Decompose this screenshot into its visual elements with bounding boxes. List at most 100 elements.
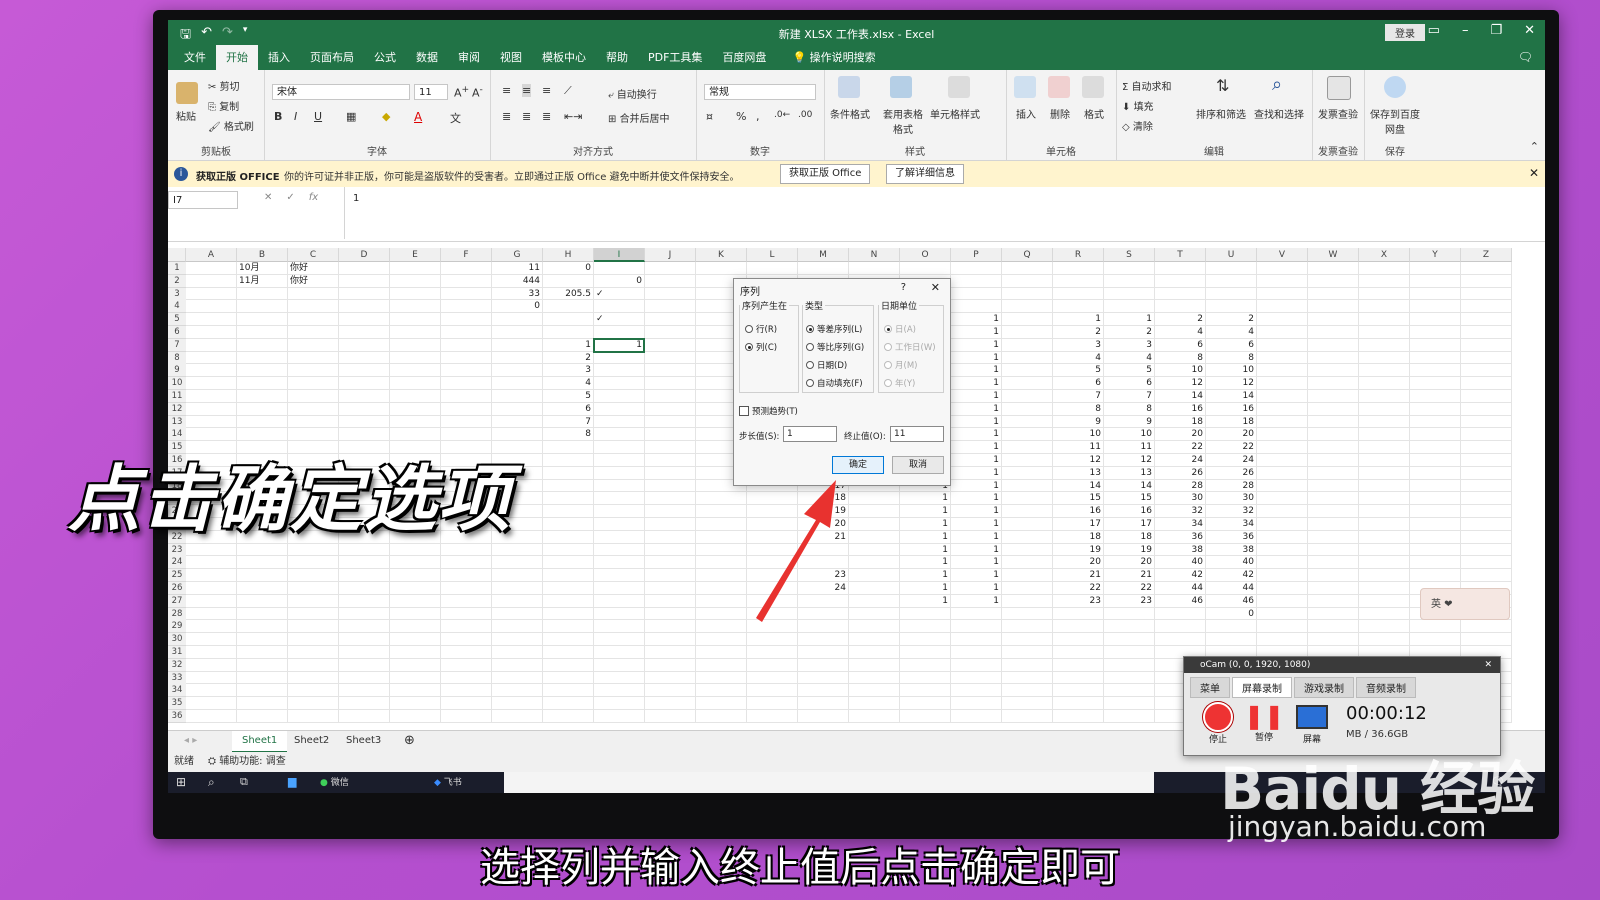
cell-R14[interactable]: 10 [1055, 428, 1101, 441]
percent-icon[interactable]: % [736, 110, 746, 123]
cell-S11[interactable]: 7 [1106, 390, 1152, 403]
cell-G3[interactable]: 33 [494, 288, 540, 301]
step-value-input[interactable]: 1 [783, 426, 837, 442]
cell-O25[interactable]: 1 [902, 569, 948, 582]
cell-O23[interactable]: 1 [902, 544, 948, 557]
cell-H10[interactable]: 4 [545, 377, 591, 390]
insert-cells-icon[interactable] [1014, 76, 1036, 98]
cell-G2[interactable]: 444 [494, 275, 540, 288]
row-header-23[interactable]: 23 [168, 543, 186, 557]
column-header-L[interactable]: L [747, 248, 798, 262]
cell-P5[interactable]: 1 [953, 313, 999, 326]
cell-C1[interactable]: 你好 [290, 262, 336, 275]
row-header-32[interactable]: 32 [168, 658, 186, 672]
help-icon[interactable]: ? [901, 282, 906, 293]
column-header-W[interactable]: W [1308, 248, 1359, 262]
insert-function-icon[interactable]: fx [309, 192, 318, 203]
cell-H8[interactable]: 2 [545, 352, 591, 365]
cell-U24[interactable]: 40 [1208, 556, 1254, 569]
cell-T22[interactable]: 36 [1157, 531, 1203, 544]
orientation-icon[interactable]: ⟋ [564, 84, 572, 98]
ribbon-display-icon[interactable]: ▭ [1428, 23, 1440, 38]
row-header-24[interactable]: 24 [168, 556, 186, 570]
trend-checkbox[interactable]: 预测趋势(T) [739, 405, 798, 417]
conditional-format-icon[interactable] [838, 76, 860, 98]
cell-S20[interactable]: 16 [1106, 505, 1152, 518]
cell-U20[interactable]: 32 [1208, 505, 1254, 518]
cell-B1[interactable]: 10月 [239, 262, 285, 275]
fill-color-icon[interactable]: ◆ [382, 110, 390, 123]
cell-R17[interactable]: 13 [1055, 467, 1101, 480]
tab-7[interactable]: 视图 [490, 45, 532, 70]
format-as-table-icon[interactable] [890, 76, 912, 98]
comma-icon[interactable]: , [756, 110, 760, 123]
cell-U14[interactable]: 20 [1208, 428, 1254, 441]
cell-R27[interactable]: 23 [1055, 595, 1101, 608]
cell-U27[interactable]: 46 [1208, 595, 1254, 608]
cell-U5[interactable]: 2 [1208, 313, 1254, 326]
format-painter-button[interactable]: 🖌 格式刷 [208, 118, 254, 133]
cell-R10[interactable]: 6 [1055, 377, 1101, 390]
fill-button[interactable]: ⬇ 填充 [1122, 98, 1154, 113]
column-header-E[interactable]: E [390, 248, 441, 262]
cell-T23[interactable]: 38 [1157, 544, 1203, 557]
cell-T20[interactable]: 32 [1157, 505, 1203, 518]
cell-T17[interactable]: 26 [1157, 467, 1203, 480]
cell-P16[interactable]: 1 [953, 454, 999, 467]
format-button[interactable]: 格式 [1084, 106, 1104, 121]
column-header-R[interactable]: R [1053, 248, 1104, 262]
cell-H1[interactable]: 0 [545, 262, 591, 275]
sort-filter-icon[interactable]: ⇅ [1216, 76, 1229, 95]
search-icon[interactable]: ⌕ [208, 775, 215, 790]
align-right-icon[interactable]: ≣ [542, 110, 551, 123]
column-header-S[interactable]: S [1104, 248, 1155, 262]
row-header-13[interactable]: 13 [168, 415, 186, 429]
column-header-Y[interactable]: Y [1410, 248, 1461, 262]
cell-U17[interactable]: 26 [1208, 467, 1254, 480]
row-header-33[interactable]: 33 [168, 671, 186, 685]
cell-P27[interactable]: 1 [953, 595, 999, 608]
cell-T10[interactable]: 12 [1157, 377, 1203, 390]
cell-U9[interactable]: 10 [1208, 364, 1254, 377]
linear-radio[interactable]: 等差序列(L) [806, 323, 862, 335]
paste-button[interactable]: 粘贴 [176, 108, 196, 123]
cell-S25[interactable]: 21 [1106, 569, 1152, 582]
column-header-N[interactable]: N [849, 248, 900, 262]
row-header-31[interactable]: 31 [168, 646, 186, 659]
row-header-11[interactable]: 11 [168, 390, 186, 403]
row-header-27[interactable]: 27 [168, 594, 186, 608]
cell-S13[interactable]: 9 [1106, 416, 1152, 429]
row-header-25[interactable]: 25 [168, 569, 186, 583]
row-header-9[interactable]: 9 [168, 364, 186, 378]
cell-U8[interactable]: 8 [1208, 352, 1254, 365]
cell-R24[interactable]: 20 [1055, 556, 1101, 569]
cell-S5[interactable]: 1 [1106, 313, 1152, 326]
cell-U21[interactable]: 34 [1208, 518, 1254, 531]
cell-R11[interactable]: 7 [1055, 390, 1101, 403]
cell-P9[interactable]: 1 [953, 364, 999, 377]
cancel-formula-icon[interactable]: ✕ [264, 192, 272, 203]
column-header-U[interactable]: U [1206, 248, 1257, 262]
row-header-34[interactable]: 34 [168, 684, 186, 698]
cell-U25[interactable]: 42 [1208, 569, 1254, 582]
cell-R6[interactable]: 2 [1055, 326, 1101, 339]
tab-11[interactable]: 百度网盘 [712, 45, 776, 70]
align-center-icon[interactable]: ≣ [522, 110, 531, 123]
column-header-M[interactable]: M [798, 248, 849, 262]
row-header-4[interactable]: 4 [168, 300, 186, 314]
cell-R18[interactable]: 14 [1055, 480, 1101, 493]
row-header-8[interactable]: 8 [168, 351, 186, 365]
column-header-J[interactable]: J [645, 248, 696, 262]
cell-R19[interactable]: 15 [1055, 492, 1101, 505]
cell-G1[interactable]: 11 [494, 262, 540, 275]
ocam-tab-0[interactable]: 菜单 [1190, 677, 1230, 698]
stop-value-input[interactable]: 11 [890, 426, 944, 442]
cell-T14[interactable]: 20 [1157, 428, 1203, 441]
align-middle-icon[interactable]: ≡ [522, 84, 532, 97]
cell-U12[interactable]: 16 [1208, 403, 1254, 416]
column-header-H[interactable]: H [543, 248, 594, 262]
delete-button[interactable]: 删除 [1050, 106, 1070, 121]
number-format-combo[interactable]: 常规 [704, 84, 816, 100]
delete-cells-icon[interactable] [1048, 76, 1070, 98]
cell-P7[interactable]: 1 [953, 339, 999, 352]
